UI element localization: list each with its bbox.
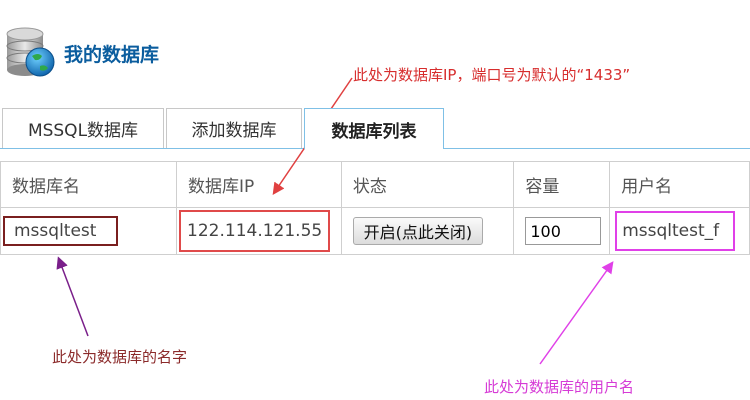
table-row: mssqltest 122.114.121.55 开启(点此关闭) mssqlt… xyxy=(0,207,750,255)
name-arrow xyxy=(56,256,89,337)
user-annotation: 此处为数据库的用户名 xyxy=(484,378,635,396)
column-header-name: 数据库名 xyxy=(0,161,178,208)
column-header-capacity: 容量 xyxy=(513,161,611,208)
user-arrow xyxy=(539,261,614,365)
column-header-user: 用户名 xyxy=(609,161,750,208)
ip-annotation: 此处为数据库IP，端口号为默认的“1433” xyxy=(353,66,631,84)
database-user-cell: mssqltest_f xyxy=(615,211,736,251)
tab-mssql-database[interactable]: MSSQL数据库 xyxy=(2,108,164,148)
tab-add-database[interactable]: 添加数据库 xyxy=(166,108,302,148)
database-globe-icon xyxy=(6,27,55,77)
name-annotation: 此处为数据库的名字 xyxy=(52,348,188,366)
page-title: 我的数据库 xyxy=(64,44,160,66)
tab-database-list[interactable]: 数据库列表 xyxy=(304,108,444,149)
database-table: 数据库名 数据库IP 状态 容量 用户名 mssqltest 122.114.1… xyxy=(0,161,750,255)
database-ip-cell: 122.114.121.55 xyxy=(179,210,331,252)
table-header-row: 数据库名 数据库IP 状态 容量 用户名 xyxy=(0,161,750,208)
column-header-state: 状态 xyxy=(340,161,515,208)
column-header-ip: 数据库IP xyxy=(176,161,342,208)
database-name-cell: mssqltest xyxy=(3,216,119,246)
toggle-state-button[interactable]: 开启(点此关闭) xyxy=(352,217,483,245)
capacity-input[interactable] xyxy=(525,217,602,245)
